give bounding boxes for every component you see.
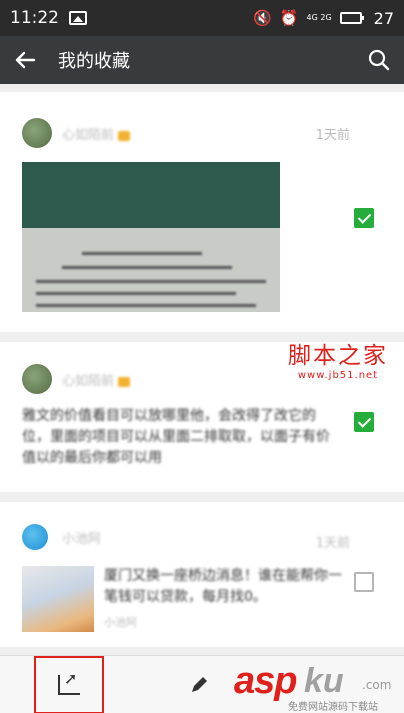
- status-bar: 11:22 🔇 ⏰ 4G 2G 27: [0, 0, 404, 36]
- favorite-item[interactable]: 心如陌前 1天前: [0, 92, 404, 332]
- battery-level: 27: [373, 8, 394, 28]
- share-icon: [58, 669, 80, 695]
- search-icon: [368, 49, 390, 71]
- sender-name: 小池阿: [62, 532, 102, 547]
- alarm-icon: ⏰: [279, 9, 299, 27]
- search-button[interactable]: [354, 36, 404, 84]
- avatar: [22, 524, 48, 550]
- mute-icon: 🔇: [253, 9, 272, 27]
- favorite-item[interactable]: 小池阿 1天前 厦门又换一座桥边消息！谁在能帮你一笔钱可以贷款，每月找0。 小池…: [0, 502, 404, 647]
- select-checkbox[interactable]: [354, 572, 374, 592]
- back-button[interactable]: [0, 36, 50, 84]
- battery-icon: [339, 12, 364, 24]
- image-notification-icon: [69, 11, 87, 25]
- edit-button[interactable]: [184, 670, 214, 700]
- share-button[interactable]: [34, 656, 104, 713]
- watermark-title: 脚本之家: [288, 343, 388, 369]
- watermark-url: www.jb51.net: [297, 370, 379, 381]
- avatar: [22, 364, 52, 394]
- sender-name: 心如陌前: [62, 124, 131, 143]
- status-indicators: 🔇 ⏰ 4G 2G 27: [253, 9, 394, 28]
- item-time: 1天前: [315, 128, 350, 143]
- favorite-text[interactable]: 雅文的价值看目可以放哪里他，会改得了改它的位，里面的项目可以从里面二排取取，以面…: [22, 406, 342, 469]
- link-source: 小池阿: [104, 616, 137, 629]
- edit-icon: [192, 677, 207, 692]
- link-title[interactable]: 厦门又换一座桥边消息！谁在能帮你一笔钱可以贷款，每月找0。: [104, 566, 344, 608]
- select-checkbox[interactable]: [354, 208, 374, 228]
- avatar: [22, 118, 52, 148]
- favorite-image[interactable]: [22, 162, 280, 312]
- status-time: 11:22: [10, 8, 59, 28]
- app-header: 我的收藏: [0, 36, 404, 84]
- asp-ku-logo: asp ku .com 免费网站源码下载站: [234, 660, 392, 713]
- select-checkbox[interactable]: [354, 412, 374, 432]
- item-time: 1天前: [315, 536, 350, 551]
- page-title: 我的收藏: [58, 51, 130, 72]
- sender-name: 心如陌前: [62, 370, 131, 389]
- network-indicator: 4G 2G: [306, 13, 332, 22]
- link-thumbnail: [22, 566, 94, 632]
- watermark: 脚本之家 www.jb51.net: [276, 336, 400, 381]
- arrow-left-icon: [15, 51, 36, 69]
